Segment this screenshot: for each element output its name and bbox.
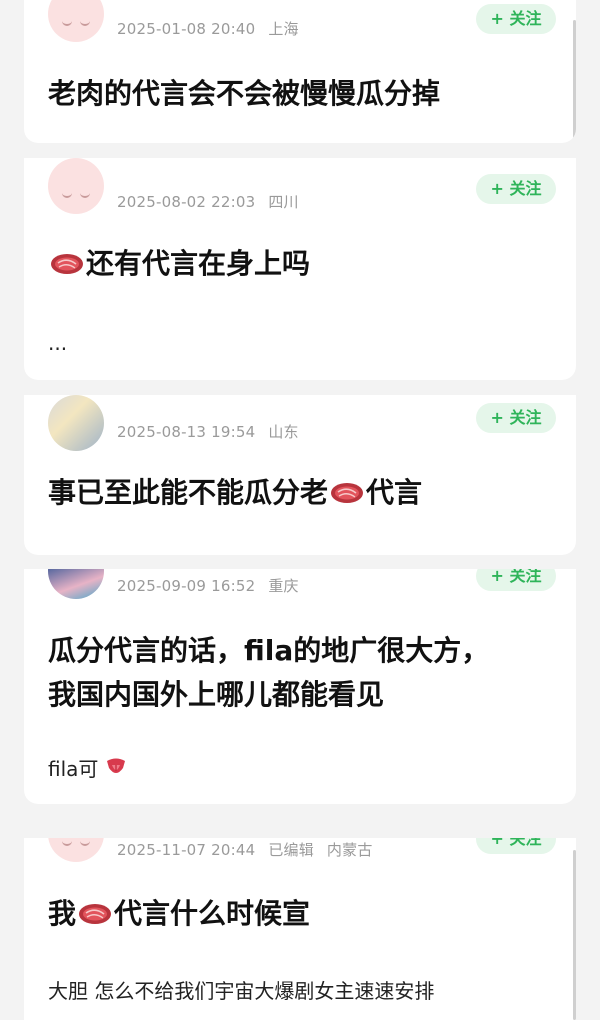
post-title-line-1: 瓜分代言的话，fila的地广很大方， (48, 634, 490, 667)
post-date: 2025-11-07 20:44 (117, 841, 256, 859)
post-card[interactable]: 2025-09-09 16:52 重庆 + 关注 瓜分代言的话，fila的地广很… (24, 569, 576, 804)
post-card[interactable]: 2025-08-02 22:03 四川 + 关注 还有代言在身上吗 ... (24, 158, 576, 380)
post-title: 还有代言在身上吗 (48, 242, 552, 286)
post-date: 2025-09-09 16:52 (117, 577, 256, 595)
scrollbar[interactable] (573, 850, 576, 1020)
steak-emoji-icon (51, 254, 83, 274)
avatar[interactable] (48, 0, 104, 42)
post-title-text: 还有代言在身上吗 (86, 247, 311, 280)
post-meta: 2025-08-02 22:03 四川 (117, 191, 307, 212)
post-title-text-2: 代言什么时候宣 (114, 897, 311, 930)
post-body: ... (48, 331, 68, 355)
post-title-text: 我 (48, 897, 77, 930)
avatar[interactable] (48, 158, 104, 214)
post-location: 四川 (268, 193, 299, 211)
steak-emoji-icon (79, 904, 112, 924)
post-meta: 2025-01-08 20:40 上海 (117, 18, 307, 39)
follow-button[interactable]: + 关注 (476, 174, 556, 204)
post-card[interactable]: 2025-11-07 20:44 已编辑 内蒙古 + 关注 我 代言什么时候宣 … (24, 838, 576, 1020)
post-title: 事已至此能不能瓜分老 代言 (48, 471, 552, 515)
post-location: 内蒙古 (326, 841, 373, 859)
post-body: 大胆 怎么不给我们宇宙大爆剧女主速速安排 (48, 979, 435, 1003)
avatar[interactable] (48, 569, 104, 599)
avatar[interactable] (48, 395, 104, 451)
post-title: 老肉的代言会不会被慢慢瓜分掉 (48, 77, 441, 110)
post-meta: 2025-09-09 16:52 重庆 (117, 575, 307, 596)
post-title-line-2: 我国内国外上哪儿都能看见 (48, 678, 385, 711)
avatar[interactable] (48, 838, 104, 862)
post-meta: 2025-08-13 19:54 山东 (117, 421, 307, 442)
follow-button[interactable]: + 关注 (476, 403, 556, 433)
post-card[interactable]: 2025-08-13 19:54 山东 + 关注 事已至此能不能瓜分老 代言 (24, 395, 576, 555)
steak-emoji-icon (331, 483, 364, 503)
post-date: 2025-08-02 22:03 (117, 193, 256, 211)
follow-button[interactable]: + 关注 (476, 838, 556, 854)
post-date: 2025-01-08 20:40 (117, 20, 256, 38)
post-title: 我 代言什么时候宣 (48, 892, 552, 936)
post-title-text: 事已至此能不能瓜分老 (48, 476, 329, 509)
post-edited: 已编辑 (268, 841, 314, 859)
post-date: 2025-08-13 19:54 (117, 423, 256, 441)
post-location: 上海 (268, 20, 299, 38)
tongue-emoji-icon (106, 758, 125, 773)
post-card[interactable]: 2025-01-08 20:40 上海 + 关注 老肉的代言会不会被慢慢瓜分掉 (24, 0, 576, 143)
post-meta: 2025-11-07 20:44 已编辑 内蒙古 (117, 839, 381, 860)
scrollbar[interactable] (573, 20, 576, 138)
post-title: 瓜分代言的话，fila的地广很大方， 我国内国外上哪儿都能看见 (48, 629, 552, 717)
post-body-text: fila可 (48, 757, 99, 781)
post-location: 重庆 (268, 577, 299, 595)
post-title-text-2: 代言 (366, 476, 423, 509)
follow-button[interactable]: + 关注 (476, 4, 556, 34)
follow-button[interactable]: + 关注 (476, 569, 556, 591)
post-body: fila可 (48, 754, 552, 784)
post-location: 山东 (268, 423, 299, 441)
